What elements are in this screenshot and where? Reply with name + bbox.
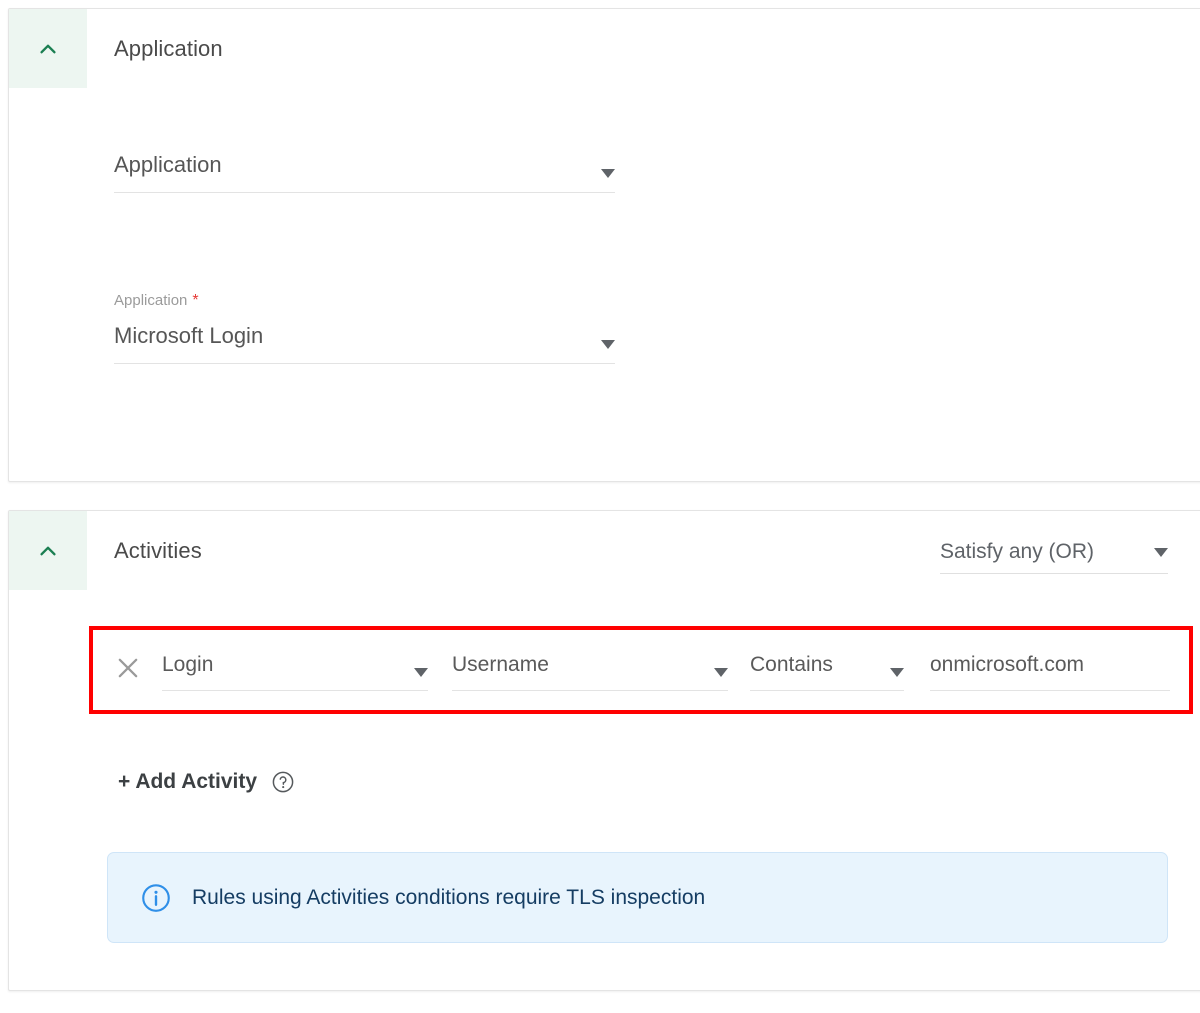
activity-criteria-field: onmicrosoft.com xyxy=(930,653,1170,691)
application-section-header: Application xyxy=(9,9,1200,88)
activities-section-header: Activities Satisfy any (OR) xyxy=(9,511,1200,590)
tls-inspection-info-banner: Rules using Activities conditions requir… xyxy=(107,852,1168,943)
info-circle-icon xyxy=(142,883,170,912)
close-x-icon[interactable] xyxy=(114,654,142,682)
match-mode-value: Satisfy any (OR) xyxy=(940,540,1095,563)
match-mode-select[interactable]: Satisfy any (OR) xyxy=(940,540,1168,574)
application-scope-value: Application xyxy=(114,152,222,177)
question-circle-icon[interactable] xyxy=(271,770,295,794)
application-name-label-text: Application xyxy=(114,292,188,309)
application-name-select[interactable]: Microsoft Login xyxy=(114,323,615,364)
application-section-card: Application Application Application * Mic… xyxy=(8,8,1200,482)
application-name-value: Microsoft Login xyxy=(114,323,264,348)
application-name-field: Application * Microsoft Login xyxy=(114,292,615,364)
chevron-down-icon xyxy=(1154,547,1168,557)
activity-condition-row: Login Username Contains onmicrosoft.com xyxy=(89,626,1193,714)
activity-operator-field: Contains xyxy=(750,653,904,691)
chevron-up-icon xyxy=(40,44,56,53)
application-section-title: Application xyxy=(114,35,223,61)
policy-rule-editor: Application Application Application * Mic… xyxy=(0,0,1200,1013)
required-asterisk: * xyxy=(192,292,199,309)
application-name-label: Application * xyxy=(114,292,615,310)
activity-criteria-value: onmicrosoft.com xyxy=(930,653,1085,676)
chevron-down-icon xyxy=(601,169,615,178)
activity-attribute-value: Username xyxy=(452,653,549,676)
activity-operator-value: Contains xyxy=(750,653,833,676)
application-scope-select[interactable]: Application xyxy=(114,152,615,193)
activity-attribute-field: Username xyxy=(452,653,728,691)
chevron-down-icon xyxy=(714,668,728,677)
activity-type-select[interactable]: Login xyxy=(162,653,428,691)
activity-type-value: Login xyxy=(162,653,214,676)
tls-inspection-info-text: Rules using Activities conditions requir… xyxy=(192,885,706,909)
activity-type-field: Login xyxy=(162,653,428,691)
chevron-down-icon xyxy=(414,668,428,677)
activity-criteria-input[interactable]: onmicrosoft.com xyxy=(930,653,1170,691)
activities-collapse-toggle[interactable] xyxy=(9,511,87,590)
chevron-down-icon xyxy=(601,340,615,349)
match-mode-field: Satisfy any (OR) xyxy=(940,540,1168,574)
add-activity-group: + Add Activity xyxy=(118,770,295,794)
chevron-down-icon xyxy=(890,668,904,677)
activity-operator-select[interactable]: Contains xyxy=(750,653,904,691)
add-activity-button[interactable]: + Add Activity xyxy=(118,770,257,794)
application-collapse-toggle[interactable] xyxy=(9,9,87,88)
activity-attribute-select[interactable]: Username xyxy=(452,653,728,691)
chevron-up-icon xyxy=(40,546,56,555)
application-scope-field: Application xyxy=(114,152,615,193)
